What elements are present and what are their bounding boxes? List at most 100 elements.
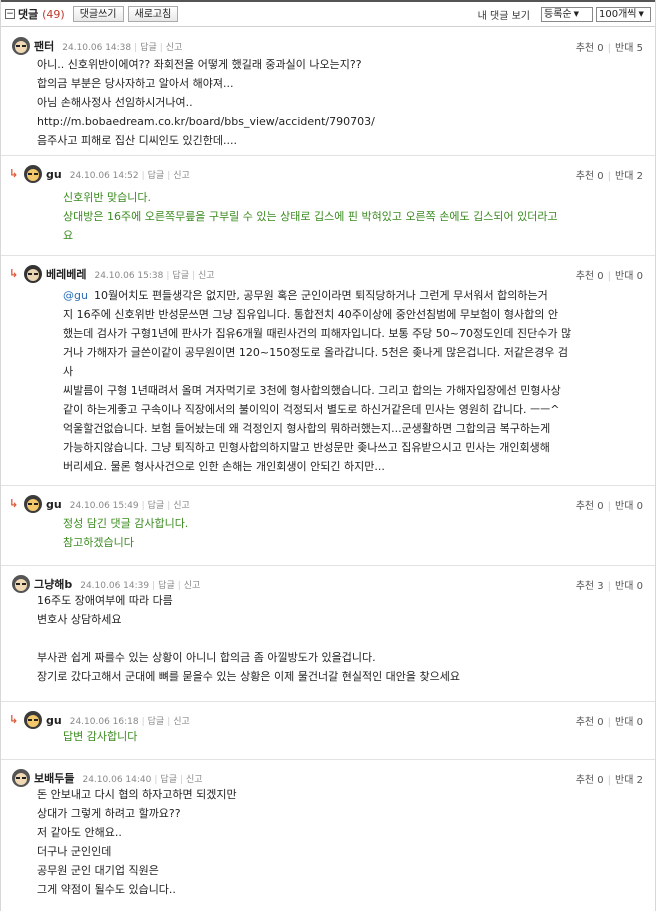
author-nickname[interactable]: 베레베레 (46, 266, 86, 282)
reply-link[interactable]: 답글 (158, 581, 175, 591)
downvote-button[interactable]: 반대 5 (615, 43, 643, 54)
comment-body: @gu 10월어치도 편들생각은 없지만, 공무원 혹은 군인이라면 퇴직당하거나… (63, 286, 627, 476)
author-nickname[interactable]: 팬터 (34, 38, 54, 54)
reply-item: ↳ 베레베레 24.10.06 15:38 | 답글 | 신고 추천 0 | 반대 0 @g… (1, 255, 655, 486)
chevron-down-icon: ▼ (573, 9, 579, 18)
upvote-button[interactable]: 추천 0 (576, 171, 604, 182)
comment-link[interactable]: http://m.bobaedream.co.kr/board/bbs_view… (37, 112, 625, 131)
report-link[interactable]: 신고 (173, 717, 190, 727)
comment-line: 가능하지않습니다. 그냥 퇴직하고 민형사합의하지말고 반성문만 좆나쓰고 집유… (63, 441, 550, 454)
comment-line: 아님 손해사정사 선임하시거나여.. (37, 96, 193, 109)
comment-line: 답변 감사합니다 (63, 730, 138, 743)
comment-line: 10월어치도 편들생각은 없지만, 공무원 혹은 군인이라면 퇴직당하거나 그런… (93, 289, 548, 302)
reply-link[interactable]: 답글 (148, 171, 165, 181)
comment-line: 억울할건없습니다. 보험 들어놨는데 왜 걱정인지 형사합의 뭐하러했는지...… (63, 422, 551, 435)
refresh-button[interactable]: 새로고침 (127, 6, 179, 22)
comment-line: 상대가 그렇게 하려고 할까요?? (37, 807, 181, 820)
comment-title: 댓글 (49) (18, 8, 65, 21)
reply-link[interactable]: 답글 (148, 717, 165, 727)
comment-body: 답변 감사합니다 (63, 727, 627, 746)
comment-line: 씨발름이 구형 1년때려서 올며 겨자먹기로 3천에 형사합의했습니다. 그리고… (63, 384, 561, 397)
report-link[interactable]: 신고 (198, 271, 215, 281)
comment-body: 16주도 장애여부에 따라 다름 변호사 상담하세요 부사관 쉽게 짜를수 있는… (37, 591, 625, 686)
comment-line: 그게 약점이 될수도 있습니다.. (37, 883, 176, 896)
page-size-select[interactable]: 100개씩 ▼ (596, 6, 651, 22)
reply-arrow-icon: ↳ (9, 267, 19, 280)
reply-link[interactable]: 답글 (172, 271, 189, 281)
comment-date: 24.10.06 15:49 (69, 500, 139, 511)
comment-date: 24.10.06 14:40 (82, 774, 152, 785)
comment-item: 팬터 24.10.06 14:38 | 답글 | 신고 추천 0 | 반대 5 아니.. 신… (1, 27, 655, 156)
collapse-toggle[interactable]: − (5, 9, 15, 19)
comment-section: − 댓글 (49) 댓글쓰기 새로고침 내 댓글 보기 등록순 ▼ 100개씩 ▼ … (0, 0, 656, 911)
downvote-button[interactable]: 반대 0 (615, 271, 643, 282)
comment-line: 부사관 쉽게 짜를수 있는 상황이 아니니 합의금 좀 아낄방도가 있을겁니다. (37, 651, 376, 664)
reply-item: ↳ gu 24.10.06 16:18 | 답글 | 신고 추천 0 | 반대 0 답변 감… (1, 701, 655, 760)
report-link[interactable]: 신고 (186, 775, 203, 785)
comment-line: 요 (63, 229, 74, 242)
mention-link[interactable]: @gu (63, 289, 88, 302)
comment-line: 상대방은 16주에 오른쪽무릎을 구부릴 수 있는 상태로 깁스에 핀 박혀있고… (63, 210, 558, 223)
comment-line: 장기로 갔다고해서 군대에 뼈를 묻을수 있는 상황은 이제 물건너갈 현실적인… (37, 670, 461, 683)
downvote-button[interactable]: 반대 2 (615, 171, 643, 182)
author-nickname[interactable]: gu (46, 168, 62, 181)
avatar (12, 37, 30, 55)
upvote-button[interactable]: 추천 0 (576, 501, 604, 512)
report-link[interactable]: 신고 (173, 171, 190, 181)
author-nickname[interactable]: gu (46, 714, 62, 727)
comment-line: 합의금 부분은 당사자하고 알아서 해야져... (37, 77, 234, 90)
avatar (24, 165, 42, 183)
avatar (24, 495, 42, 513)
downvote-button[interactable]: 반대 0 (615, 501, 643, 512)
write-comment-button[interactable]: 댓글쓰기 (72, 6, 124, 22)
author-nickname[interactable]: gu (46, 498, 62, 511)
comment-date: 24.10.06 14:52 (69, 170, 139, 181)
upvote-button[interactable]: 추천 0 (576, 271, 604, 282)
comment-line: 돈 안보내고 다시 협의 하자고하면 되겠지만 (37, 788, 237, 801)
comment-date: 24.10.06 14:38 (62, 42, 132, 53)
comment-date: 24.10.06 15:38 (94, 270, 164, 281)
author-nickname[interactable]: 보배두들 (34, 770, 74, 786)
reply-arrow-icon: ↳ (9, 497, 19, 510)
comment-body: 돈 안보내고 다시 협의 하자고하면 되겠지만 상대가 그렇게 하려고 할까요?… (37, 785, 625, 899)
reply-link[interactable]: 답글 (140, 43, 157, 53)
avatar (12, 575, 30, 593)
comment-body: 정성 담긴 댓글 감사합니다. 참고하겠습니다 (63, 514, 627, 552)
comment-line: 아니.. 신호위반이에여?? 좌회전을 어떻게 했길래 중과실이 나오는지?? (37, 58, 362, 71)
avatar (12, 769, 30, 787)
comment-line: 했는데 검사가 구형1년에 판사가 집유6개월 때린사건의 피해자입니다. 보통… (63, 327, 572, 340)
report-link[interactable]: 신고 (184, 581, 201, 591)
comment-body: 아니.. 신호위반이에여?? 좌회전을 어떻게 했길래 중과실이 나오는지?? … (37, 55, 625, 150)
comment-line: 사 (63, 365, 74, 378)
reply-item: ↳ gu 24.10.06 14:52 | 답글 | 신고 추천 0 | 반대 2 신호위반… (1, 155, 655, 256)
comment-line: 음주사고 피해로 집산 디씨인도 있긴한데.... (37, 134, 238, 147)
comment-line: 거나 가해자가 글쓴이같이 공무원이면 120~150정도로 올라갑니다. 5천… (63, 346, 568, 359)
comment-body: 신호위반 맞습니다. 상대방은 16주에 오른쪽무릎을 구부릴 수 있는 상태로… (63, 188, 627, 245)
report-link[interactable]: 신고 (173, 501, 190, 511)
comment-line: 정성 담긴 댓글 감사합니다. (63, 517, 189, 530)
upvote-button[interactable]: 추천 0 (576, 43, 604, 54)
chevron-down-icon: ▼ (638, 9, 644, 18)
reply-item: ↳ gu 24.10.06 15:49 | 답글 | 신고 추천 0 | 반대 0 정성 담… (1, 485, 655, 566)
comment-toolbar: − 댓글 (49) 댓글쓰기 새로고침 내 댓글 보기 등록순 ▼ 100개씩 ▼ (1, 0, 655, 27)
comment-line: 공무원 군인 대기업 직원은 (37, 864, 159, 877)
comment-line: 저 같아도 안해요.. (37, 826, 122, 839)
comment-line: 지 16주에 신호위반 반성문쓰면 그냥 집유입니다. 통합전치 40주이상에 … (63, 308, 558, 321)
comment-line: 참고하겠습니다 (63, 536, 134, 549)
sort-select[interactable]: 등록순 ▼ (541, 6, 593, 22)
my-comments-link[interactable]: 내 댓글 보기 (478, 7, 530, 22)
reply-link[interactable]: 답글 (148, 501, 165, 511)
comment-line: 버리세요. 물론 형사사건으로 인한 손해는 개인회생이 안되긴 하지만... (63, 460, 385, 473)
comment-item: 그냥해b 24.10.06 14:39 | 답글 | 신고 추천 3 | 반대 0 16주도… (1, 565, 655, 702)
comment-line: 같이 하는게좋고 구속이나 직장에서의 불이익이 걱정되서 별도로 하신거같은데… (63, 403, 560, 416)
author-nickname[interactable]: 그냥해b (34, 576, 72, 592)
comment-line: 변호사 상담하세요 (37, 613, 122, 626)
reply-link[interactable]: 답글 (160, 775, 177, 785)
comment-item: 보배두들 24.10.06 14:40 | 답글 | 신고 추천 0 | 반대 2 돈 안보… (1, 759, 655, 911)
comment-line: 16주도 장애여부에 따라 다름 (37, 594, 173, 607)
comment-count: (49) (42, 8, 65, 21)
reply-arrow-icon: ↳ (9, 167, 19, 180)
report-link[interactable]: 신고 (166, 43, 183, 53)
comment-line: 더구나 군인인데 (37, 845, 112, 858)
reply-arrow-icon: ↳ (9, 713, 19, 726)
